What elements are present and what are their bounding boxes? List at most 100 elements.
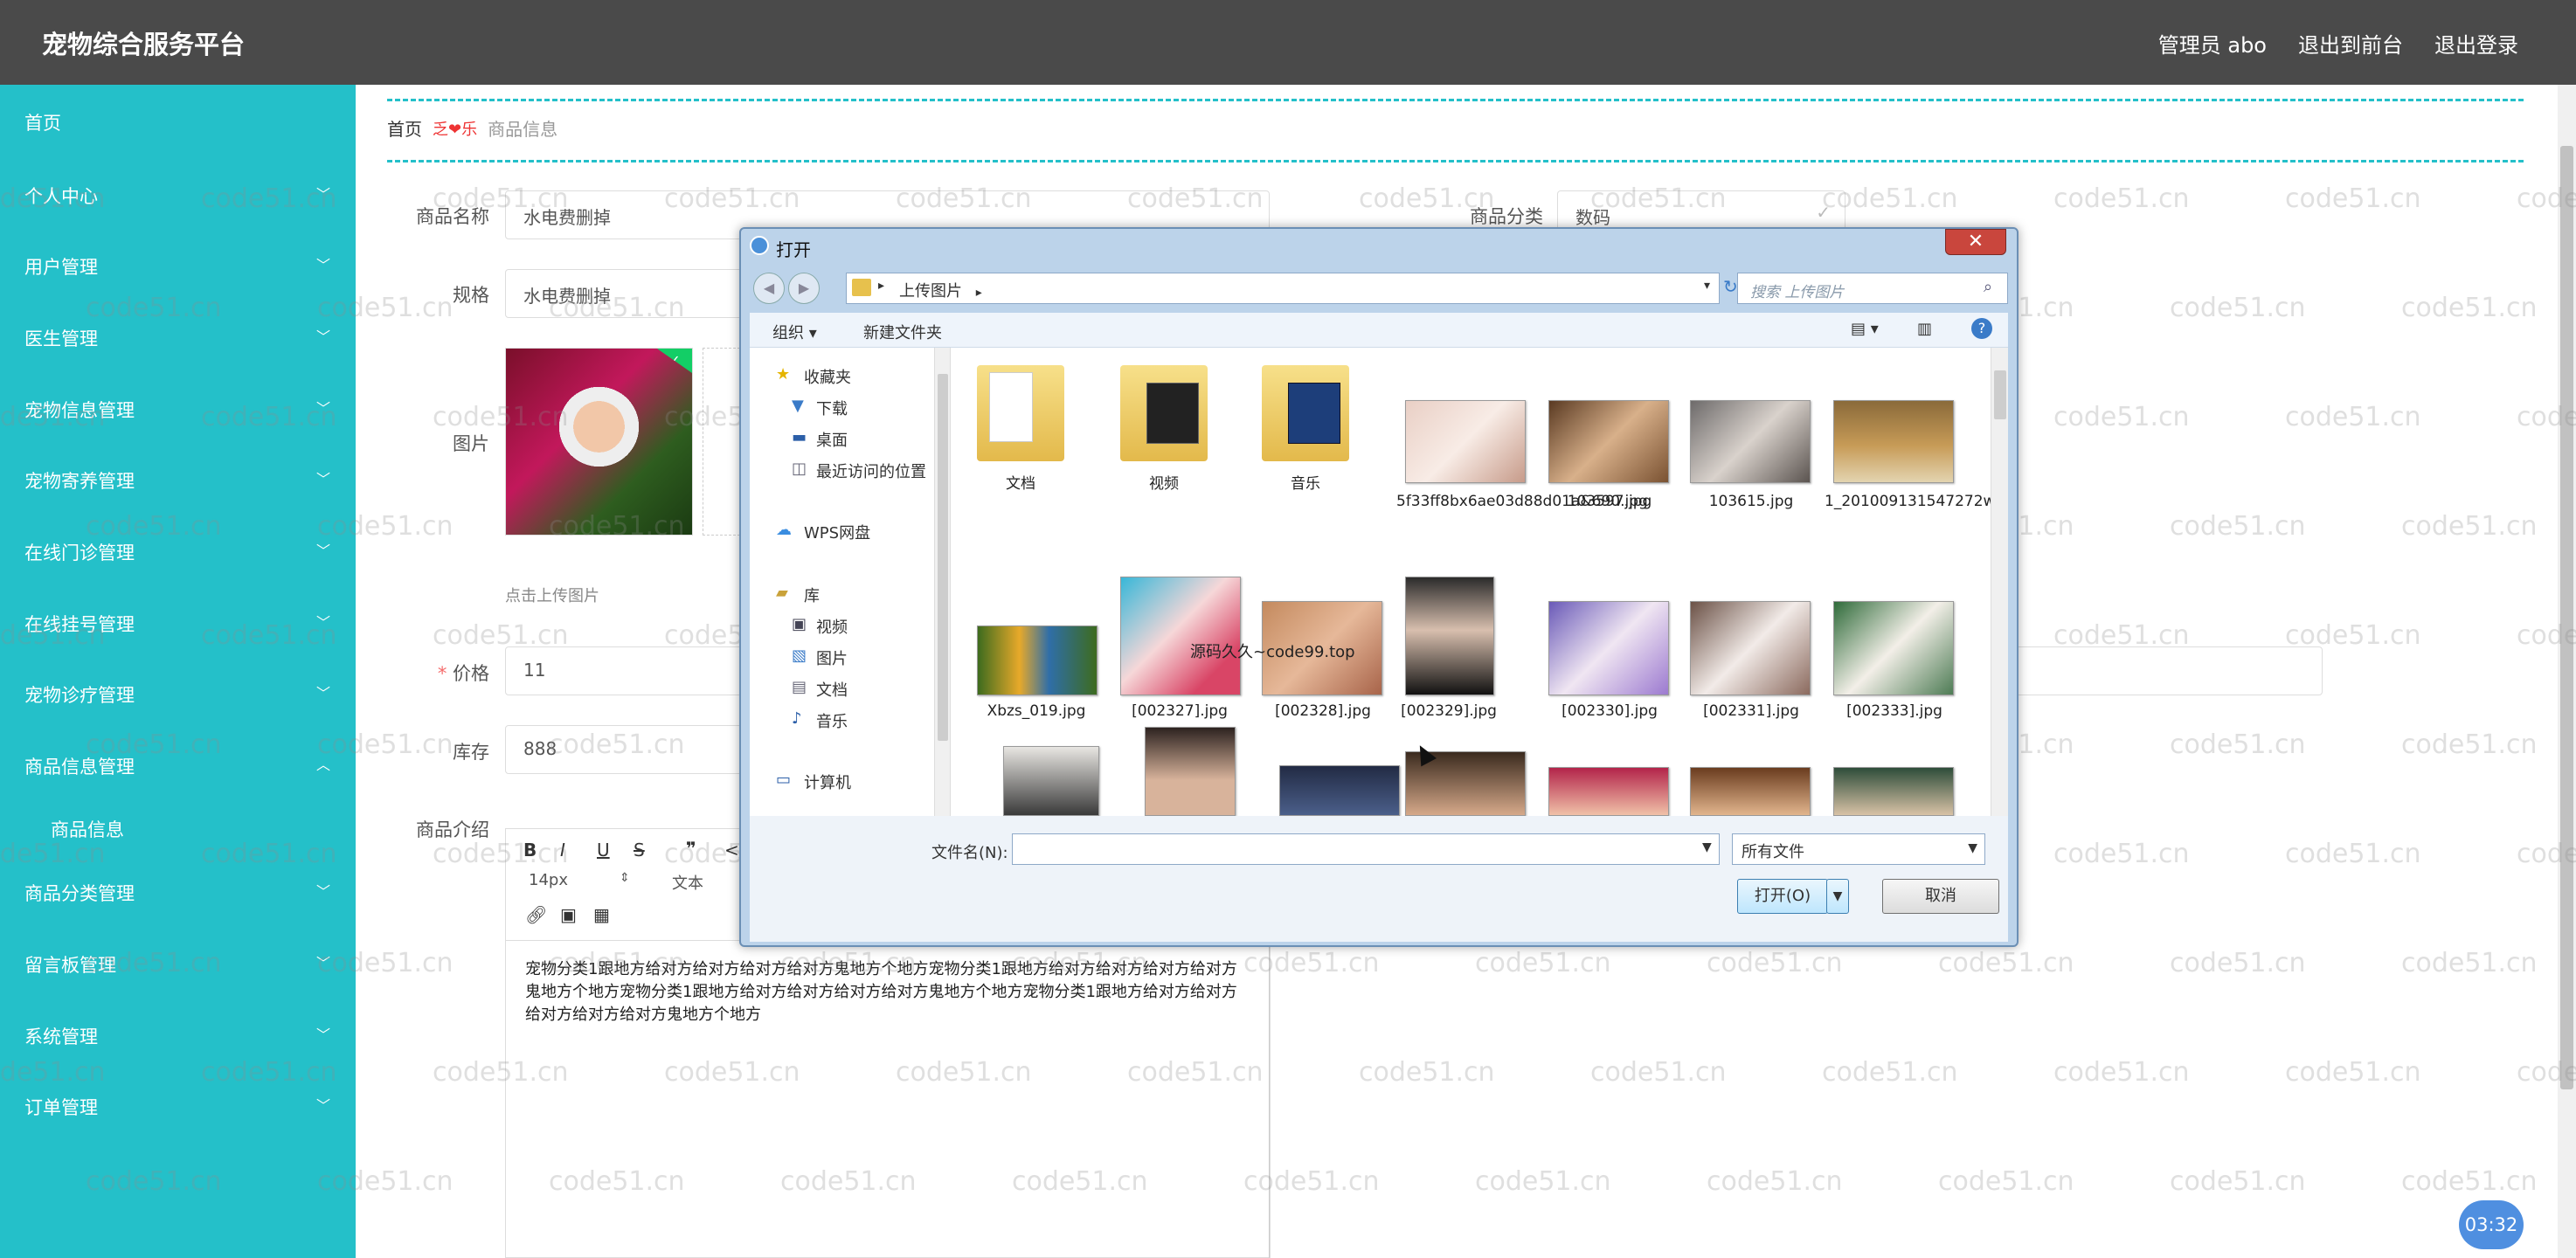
photo-thumbnail[interactable] — [1833, 601, 1954, 695]
cancel-button[interactable]: 取消 — [1882, 879, 1999, 914]
table-icon[interactable]: ▦ — [593, 904, 610, 925]
file-label[interactable]: Xbzs_019.jpg — [966, 701, 1106, 722]
view-options-icon[interactable]: ▤ ▾ — [1851, 320, 1879, 338]
breadcrumb-home[interactable]: 首页 — [387, 115, 422, 141]
nav-pictures[interactable]: 图片 — [816, 646, 848, 669]
file-label[interactable]: 5f33ff8bx6ae03d88d01a&690.jpg — [1396, 491, 1648, 512]
back-button[interactable]: ◀ — [753, 273, 785, 304]
folder-icon[interactable] — [1120, 365, 1208, 461]
chevron-down-icon[interactable]: ﹀ — [316, 880, 330, 901]
file-label[interactable]: 1_201009131547272wYG9.jpg — [1825, 491, 2008, 512]
sidebar-item-pet-boarding[interactable]: 宠物寄养管理 — [24, 467, 135, 494]
scrollbar-thumb[interactable] — [938, 374, 948, 741]
font-size-select[interactable]: 14px — [529, 871, 568, 889]
help-icon[interactable]: ? — [1971, 318, 1992, 339]
timer-badge[interactable]: 03:32 — [2459, 1200, 2524, 1249]
upload-slot[interactable] — [703, 348, 744, 536]
file-label[interactable]: 103615.jpg — [1681, 491, 1821, 512]
sidebar-item-orders[interactable]: 订单管理 — [24, 1094, 98, 1120]
photo-thumbnail[interactable] — [1833, 767, 1954, 816]
chevron-down-icon[interactable]: ▾ — [1704, 279, 1710, 293]
photo-thumbnail[interactable] — [1548, 400, 1669, 483]
nav-recent[interactable]: 最近访问的位置 — [816, 460, 926, 482]
image-icon[interactable]: ▣ — [560, 904, 577, 925]
upload-hint[interactable]: 点击上传图片 — [505, 584, 599, 606]
file-label[interactable]: 视频 — [1094, 473, 1234, 494]
nav-scrollbar[interactable] — [934, 348, 950, 816]
preview-pane-icon[interactable]: ▥ — [1917, 320, 1932, 338]
chevron-down-icon[interactable]: ﹀ — [316, 467, 330, 488]
file-label[interactable]: 103597.jpg — [1540, 491, 1679, 512]
nav-documents[interactable]: 文档 — [816, 678, 848, 701]
address-bar[interactable]: ▸ 上传图片 ▸ ▾ — [846, 273, 1720, 304]
sidebar-item-home[interactable]: 首页 — [24, 109, 61, 135]
forward-button[interactable]: ▶ — [788, 273, 820, 304]
sidebar-item-doctors[interactable]: 医生管理 — [24, 325, 98, 351]
nav-desktop[interactable]: 桌面 — [816, 428, 848, 451]
close-button[interactable]: ✕ — [1945, 229, 2006, 255]
file-label[interactable]: [002328].jpg — [1253, 701, 1393, 722]
photo-thumbnail[interactable] — [1279, 765, 1400, 816]
file-label[interactable]: 文档 — [951, 473, 1091, 494]
nav-videos[interactable]: 视频 — [816, 615, 848, 638]
file-label[interactable]: [002327].jpg — [1110, 701, 1250, 722]
to-front-link[interactable]: 退出到前台 — [2298, 28, 2403, 59]
file-type-filter[interactable]: 所有文件 ▼ — [1732, 833, 1985, 865]
organize-menu[interactable]: 组织 ▾ — [772, 321, 817, 343]
underline-icon[interactable]: U — [597, 840, 610, 861]
refresh-icon[interactable]: ↻ — [1723, 276, 1738, 297]
new-folder-button[interactable]: 新建文件夹 — [863, 321, 942, 343]
dialog-search-input[interactable]: 搜索 上传图片 — [1737, 273, 2008, 304]
sidebar-item-system[interactable]: 系统管理 — [24, 1023, 98, 1049]
nav-computer[interactable]: 计算机 — [804, 771, 851, 793]
logout-link[interactable]: 退出登录 — [2434, 28, 2518, 59]
chevron-down-icon[interactable]: ﹀ — [316, 539, 330, 560]
sidebar-item-users[interactable]: 用户管理 — [24, 253, 98, 280]
text-style-select[interactable]: 文本 — [672, 871, 703, 894]
chevron-down-icon[interactable]: ﹀ — [316, 681, 330, 702]
search-icon[interactable]: ⌕ — [1984, 278, 1992, 296]
sidebar-item-treatment[interactable]: 宠物诊疗管理 — [24, 681, 135, 708]
link-icon[interactable]: 🔗︎ — [525, 904, 547, 925]
chevron-down-icon[interactable]: ﹀ — [316, 1094, 330, 1115]
nav-music[interactable]: 音乐 — [816, 709, 848, 732]
open-button[interactable]: 打开(O) — [1737, 879, 1828, 914]
photo-thumbnail[interactable] — [977, 626, 1098, 695]
address-path[interactable]: 上传图片 — [899, 282, 962, 301]
photo-thumbnail[interactable] — [1003, 746, 1099, 816]
photo-thumbnail[interactable] — [1833, 400, 1954, 483]
file-label[interactable]: [002329].jpg — [1379, 701, 1519, 722]
sidebar-item-goods-category[interactable]: 商品分类管理 — [24, 880, 135, 906]
file-list-scrollbar[interactable] — [1991, 348, 2008, 816]
photo-thumbnail[interactable] — [1548, 601, 1669, 695]
file-label[interactable]: 音乐 — [1236, 473, 1375, 494]
folder-icon[interactable] — [1262, 365, 1349, 461]
photo-thumbnail[interactable] — [1690, 767, 1811, 816]
open-dropdown-button[interactable]: ▼ — [1826, 879, 1849, 914]
sidebar-item-outpatient[interactable]: 在线门诊管理 — [24, 539, 135, 565]
nav-library[interactable]: 库 — [804, 584, 820, 606]
photo-thumbnail[interactable] — [1120, 577, 1241, 695]
file-label[interactable]: [002331].jpg — [1681, 701, 1821, 722]
nav-downloads[interactable]: 下载 — [816, 397, 848, 419]
scrollbar-thumb[interactable] — [1994, 370, 2006, 419]
file-label[interactable]: [002333].jpg — [1825, 701, 1964, 722]
file-label[interactable]: [002330].jpg — [1540, 701, 1679, 722]
photo-thumbnail[interactable] — [1145, 727, 1236, 816]
chevron-down-icon[interactable]: ▼ — [1702, 840, 1712, 854]
photo-thumbnail[interactable] — [1405, 400, 1526, 483]
photo-thumbnail[interactable] — [1690, 601, 1811, 695]
filename-input[interactable] — [1012, 833, 1720, 865]
chevron-down-icon[interactable]: ﹀ — [316, 1023, 330, 1044]
photo-thumbnail[interactable] — [1405, 577, 1494, 695]
photo-thumbnail[interactable] — [1690, 400, 1811, 483]
nav-favorites[interactable]: 收藏夹 — [804, 365, 851, 388]
uploaded-image-thumbnail[interactable]: ✓ — [505, 348, 693, 536]
chevron-down-icon[interactable]: ﹀ — [316, 253, 330, 274]
folder-icon[interactable] — [977, 365, 1064, 461]
nav-wps[interactable]: WPS网盘 — [804, 521, 870, 543]
photo-thumbnail[interactable] — [1548, 767, 1669, 816]
strikethrough-icon[interactable]: S — [634, 840, 645, 861]
scrollbar-thumb[interactable] — [2560, 146, 2573, 1089]
chevron-down-icon[interactable]: ﹀ — [316, 325, 330, 346]
